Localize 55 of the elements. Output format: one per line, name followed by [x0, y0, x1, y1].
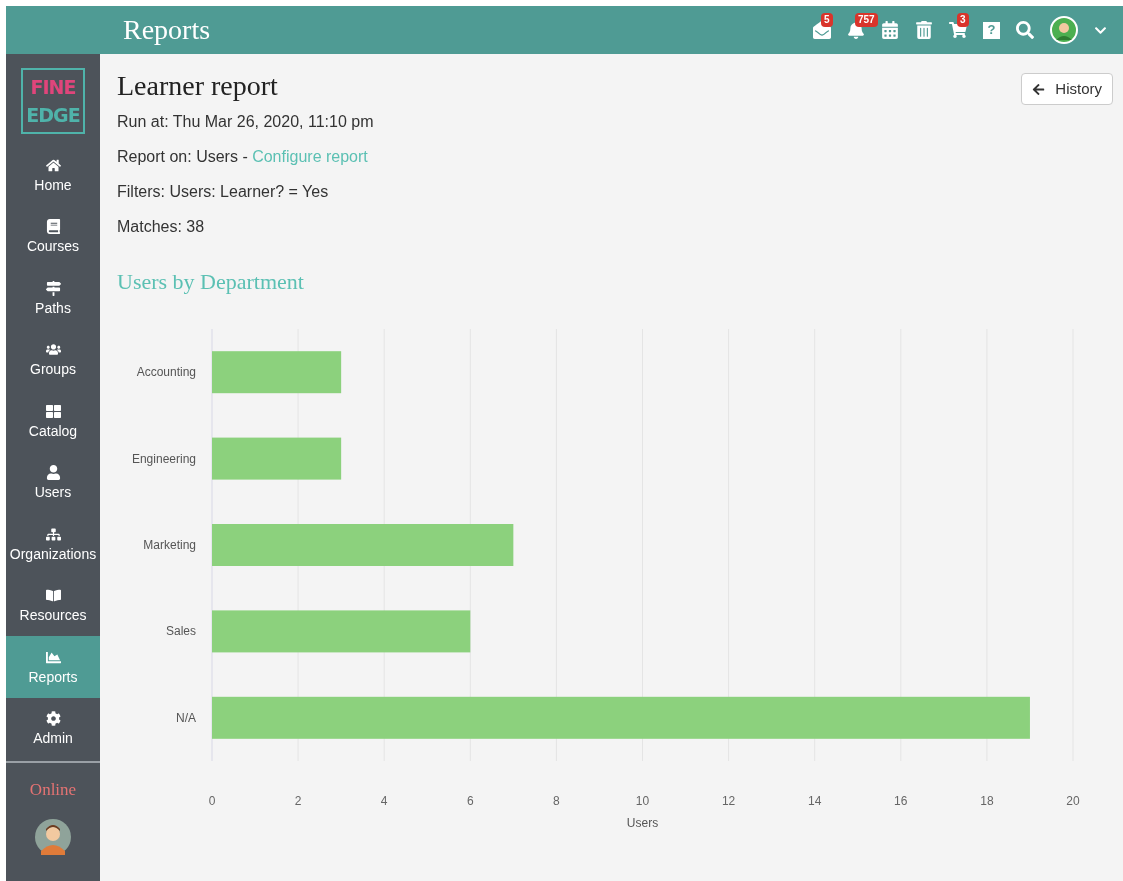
back-arrow-icon	[1032, 82, 1046, 96]
count-badge: 5	[821, 13, 833, 27]
grid-icon	[45, 403, 61, 419]
axis-tick-label: 10	[635, 794, 650, 808]
category-label: Engineering	[131, 451, 196, 466]
axis-tick-label: 14	[808, 794, 822, 808]
axis-title: Users	[626, 816, 659, 830]
avatar-icon[interactable]	[1050, 16, 1078, 44]
sidebar-item[interactable]: Home	[6, 144, 100, 206]
sidebar-item[interactable]: Courses	[6, 205, 100, 267]
axis-tick-label: 12	[721, 794, 736, 808]
group-icon	[45, 342, 61, 358]
sidebar-item[interactable]: Paths	[6, 267, 100, 329]
sidebar-item[interactable]: Admin	[6, 697, 100, 759]
axis-tick-label: 6	[466, 794, 474, 808]
avatar-icon[interactable]	[35, 818, 71, 855]
axis-tick-label: 16	[894, 794, 908, 808]
page-title: Reports	[123, 13, 211, 47]
category-label: Accounting	[136, 365, 196, 380]
filters-text: Filters: Users: Learner? = Yes	[117, 182, 330, 202]
sidebar-item[interactable]: Catalog	[6, 390, 100, 452]
axis-tick-label: 0	[208, 794, 216, 808]
matches-text: Matches: 38	[117, 217, 206, 237]
chart-title: Users by Department	[117, 268, 305, 296]
hierarchy-icon	[45, 526, 61, 542]
trash-icon[interactable]	[915, 21, 933, 39]
sidebar-item[interactable]: Organizations	[6, 513, 100, 575]
settings-icon	[45, 711, 61, 727]
sidebar-item[interactable]: Groups	[6, 328, 100, 390]
search-icon[interactable]	[1016, 21, 1034, 39]
history-button[interactable]: History	[1021, 73, 1113, 105]
notebook-icon	[45, 219, 61, 235]
sidebar-item[interactable]: Users	[6, 451, 100, 513]
report-on-text: Report on: Users - Configure report	[117, 147, 369, 167]
count-badge: 3	[957, 13, 969, 27]
chart-icon	[45, 649, 61, 665]
home-icon	[45, 157, 61, 173]
category-label: Sales	[165, 624, 196, 639]
report-title: Learner report	[117, 69, 278, 103]
axis-tick-label: 2	[294, 794, 302, 808]
axis-tick-label: 20	[1066, 794, 1080, 808]
count-badge: 757	[855, 13, 878, 27]
user-icon	[45, 465, 61, 481]
axis-tick-label: 4	[380, 794, 388, 808]
calendar-icon[interactable]	[881, 21, 899, 39]
status-label: Online	[29, 779, 77, 801]
book-icon	[45, 588, 61, 604]
logo: FINE EDGE	[21, 68, 85, 134]
axis-tick-label: 8	[553, 794, 560, 808]
run-at-text: Run at: Thu Mar 26, 2020, 11:10 pm	[117, 112, 375, 132]
axis-tick-label: 18	[980, 794, 994, 808]
sidebar-item[interactable]: Resources	[6, 574, 100, 636]
category-label: Marketing	[143, 538, 196, 552]
category-label: N/A	[176, 710, 196, 725]
signpost-icon	[45, 280, 61, 296]
